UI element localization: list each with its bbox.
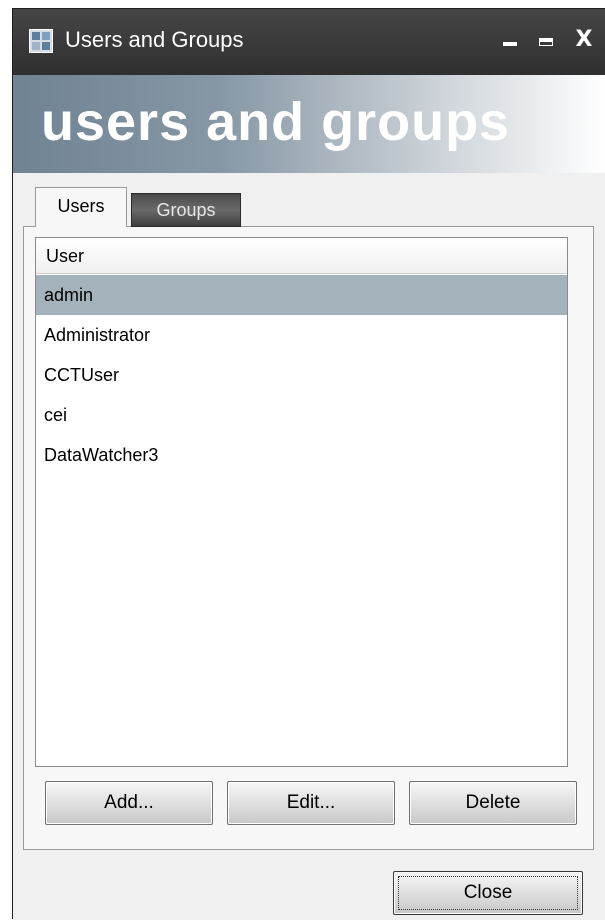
close-icon: X (575, 27, 593, 52)
add-button[interactable]: Add... (45, 781, 213, 825)
delete-button[interactable]: Delete (409, 781, 577, 825)
minimize-button[interactable] (495, 25, 525, 55)
tab-users[interactable]: Users (35, 187, 127, 227)
minimize-icon (503, 42, 517, 46)
maximize-button[interactable] (531, 25, 561, 55)
list-item-cctuser[interactable]: CCTUser (36, 355, 567, 395)
list-item-cei[interactable]: cei (36, 395, 567, 435)
users-list[interactable]: User admin Administrator CCTUser cei Dat… (35, 237, 568, 767)
title-bar[interactable]: Users and Groups X (13, 9, 605, 75)
window-title: Users and Groups (65, 27, 244, 52)
app-grid-icon (29, 29, 53, 53)
header-banner: users and groups (13, 75, 605, 173)
users-and-groups-window: Users and Groups X users and groups User… (12, 8, 605, 920)
list-item-administrator[interactable]: Administrator (36, 315, 567, 355)
edit-button[interactable]: Edit... (227, 781, 395, 825)
column-header-user[interactable]: User (36, 238, 567, 274)
banner-title: users and groups (41, 92, 511, 152)
dialog-body: Users Groups User admin Administrator CC… (13, 173, 605, 920)
close-button[interactable]: Close (393, 871, 583, 915)
maximize-icon (539, 38, 553, 46)
close-window-button[interactable]: X (569, 25, 599, 55)
close-button-label: Close (463, 882, 513, 903)
list-item-datawatcher3[interactable]: DataWatcher3 (36, 435, 567, 475)
tab-groups[interactable]: Groups (131, 193, 241, 227)
list-item-admin[interactable]: admin (36, 275, 567, 315)
